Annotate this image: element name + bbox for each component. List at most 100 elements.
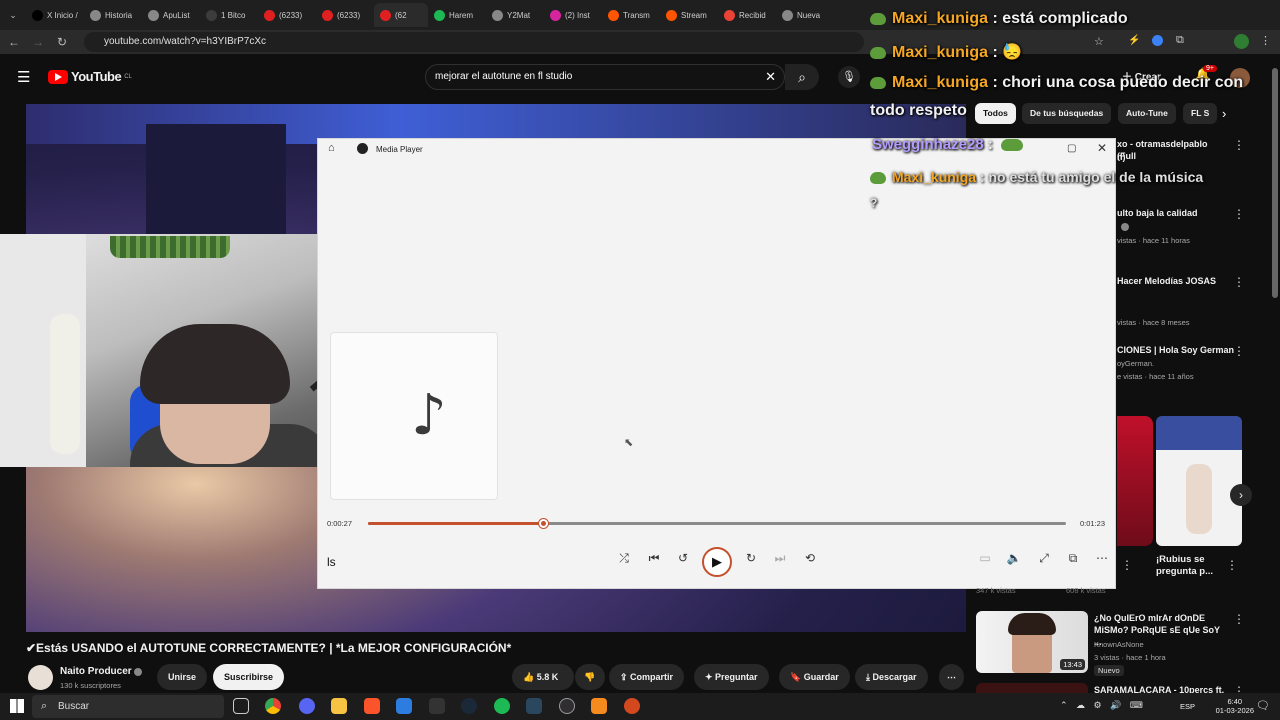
- notifications-icon[interactable]: 🗨: [1256, 699, 1270, 712]
- close-window-icon[interactable]: ✕: [1097, 141, 1107, 155]
- profile-avatar[interactable]: [1234, 34, 1249, 49]
- browser-tab[interactable]: ApuList: [142, 3, 200, 27]
- browser-tab[interactable]: Stream: [660, 3, 718, 27]
- discord-icon[interactable]: [299, 698, 315, 714]
- home-icon[interactable]: ⌂: [328, 142, 335, 154]
- start-icon[interactable]: [10, 699, 24, 713]
- dislike-button[interactable]: 👎: [575, 664, 605, 690]
- short-thumbnail[interactable]: [1117, 416, 1153, 546]
- like-button[interactable]: 👍 5.8 K: [512, 664, 574, 690]
- more-icon[interactable]: ⋮: [1233, 275, 1245, 289]
- browser-tab[interactable]: (62: [374, 3, 428, 27]
- youtube-logo[interactable]: YouTube CL: [48, 69, 132, 84]
- channel-avatar[interactable]: [28, 665, 53, 690]
- tab-search-icon[interactable]: ⌄: [0, 10, 26, 21]
- forward-icon[interactable]: →: [26, 35, 50, 49]
- browser-tab[interactable]: Recibid: [718, 3, 776, 27]
- forward-30-icon[interactable]: ↻: [741, 551, 761, 565]
- play-button[interactable]: ▶: [702, 547, 732, 577]
- task-view-icon[interactable]: [233, 698, 249, 714]
- seek-bar[interactable]: [368, 519, 1066, 528]
- ask-button[interactable]: ✦ Preguntar: [694, 664, 769, 690]
- chips-next-icon[interactable]: ›: [1222, 106, 1226, 121]
- steam-icon[interactable]: [461, 698, 477, 714]
- save-button[interactable]: 🔖 Guardar: [779, 664, 850, 690]
- video-thumbnail[interactable]: [976, 683, 1088, 693]
- extensions-puzzle-icon[interactable]: ⧉: [1176, 34, 1184, 47]
- subscribe-button[interactable]: Suscribirse: [213, 664, 285, 690]
- extension-icon[interactable]: [1152, 35, 1163, 46]
- tray-icons[interactable]: ⌃ ☁ ⚙ 🔊 ⌨: [1060, 700, 1146, 711]
- more-icon[interactable]: ⋮: [1226, 558, 1238, 572]
- brave-icon[interactable]: [364, 698, 380, 714]
- file-explorer-icon[interactable]: [331, 698, 347, 714]
- channel-name[interactable]: Naito Producer: [60, 666, 132, 677]
- obs-icon[interactable]: [559, 698, 575, 714]
- hamburger-menu-icon[interactable]: ☰: [17, 68, 30, 86]
- maximize-icon[interactable]: ▢: [1067, 143, 1076, 154]
- more-icon[interactable]: ⋮: [1233, 344, 1245, 358]
- rec-title[interactable]: CIONES | Hola Soy German: [1117, 344, 1237, 356]
- filter-chip[interactable]: De tus búsquedas: [1022, 103, 1112, 124]
- spotify-icon[interactable]: [494, 698, 510, 714]
- browser-tab[interactable]: (6233): [316, 3, 374, 27]
- search-input[interactable]: mejorar el autotune en fl studio ✕: [425, 64, 785, 90]
- reload-icon[interactable]: ↻: [50, 35, 74, 49]
- clear-search-icon[interactable]: ✕: [765, 65, 776, 89]
- page-scrollbar[interactable]: [1272, 68, 1278, 298]
- store-icon[interactable]: [396, 698, 412, 714]
- more-icon[interactable]: ⋮: [1121, 558, 1133, 572]
- next-icon[interactable]: ⏭: [770, 551, 790, 566]
- short-title[interactable]: ¡Rubius se pregunta p...: [1156, 554, 1228, 578]
- browser-tab[interactable]: (6233): [258, 3, 316, 27]
- browser-menu-icon[interactable]: ⋮: [1260, 34, 1271, 47]
- download-button[interactable]: ⤓ Descargar: [855, 664, 928, 690]
- miniplayer-icon[interactable]: ▭: [975, 551, 995, 565]
- clock[interactable]: 6:40 01-03-2026: [1216, 697, 1254, 715]
- rec-title[interactable]: Hacer Melodías JOSAS: [1117, 275, 1227, 287]
- browser-tab[interactable]: Nueva: [776, 3, 834, 27]
- repeat-icon[interactable]: ⟲: [800, 551, 820, 565]
- taskbar-search[interactable]: ⌕ Buscar: [32, 695, 224, 718]
- filter-chip[interactable]: Todos: [975, 103, 1016, 124]
- browser-tab[interactable]: Historia: [84, 3, 142, 27]
- browser-tab[interactable]: (2) Inst: [544, 3, 602, 27]
- browser-tab[interactable]: Transm: [602, 3, 660, 27]
- more-icon[interactable]: ⋮: [1233, 612, 1245, 626]
- rewind-10-icon[interactable]: ↺: [673, 551, 693, 565]
- previous-icon[interactable]: ⏮: [644, 551, 664, 566]
- search-button[interactable]: ⌕: [785, 64, 819, 90]
- voice-search-icon[interactable]: 🎙: [838, 66, 860, 88]
- share-button[interactable]: ⇪ Compartir: [609, 664, 685, 690]
- browser-tab[interactable]: 1 Bitco: [200, 3, 258, 27]
- pip-icon[interactable]: ⧉: [1063, 551, 1083, 566]
- steam-icon[interactable]: [526, 698, 542, 714]
- more-actions-button[interactable]: ⋯: [939, 664, 964, 690]
- video-thumbnail[interactable]: 13:43: [976, 611, 1088, 673]
- join-button[interactable]: Unirse: [157, 664, 208, 690]
- rec-title[interactable]: xo - otramasdelpablo (Full: [1117, 138, 1227, 162]
- more-icon[interactable]: ⋮: [1233, 207, 1245, 221]
- volume-icon[interactable]: 🔈: [1004, 551, 1024, 565]
- url-field[interactable]: youtube.com/watch?v=h3YIBrP7cXc: [84, 32, 864, 52]
- rec-title[interactable]: ulto baja la calidad: [1117, 207, 1227, 219]
- browser-tab[interactable]: Harem: [428, 3, 486, 27]
- shuffle-icon[interactable]: ⤮: [614, 551, 634, 566]
- chrome-icon[interactable]: [265, 698, 281, 714]
- fl-studio-icon[interactable]: [591, 698, 607, 714]
- extension-icon[interactable]: ⚡: [1128, 35, 1140, 46]
- language-indicator[interactable]: ESP: [1180, 702, 1195, 711]
- epic-games-icon[interactable]: [429, 698, 445, 714]
- more-options-icon[interactable]: ⋯: [1092, 551, 1112, 565]
- filter-chip[interactable]: Auto-Tune: [1118, 103, 1176, 124]
- browser-tab[interactable]: Y2Mat: [486, 3, 544, 27]
- browser-tab[interactable]: X Inicio /: [26, 3, 84, 27]
- media-player-taskbar-icon[interactable]: [624, 698, 640, 714]
- back-icon[interactable]: ←: [2, 35, 26, 49]
- shorts-next-icon[interactable]: ›: [1230, 484, 1252, 506]
- seek-thumb[interactable]: [538, 519, 548, 528]
- more-icon[interactable]: ⋮: [1233, 138, 1245, 152]
- bookmark-star-icon[interactable]: ☆: [1094, 35, 1104, 48]
- fullscreen-icon[interactable]: ⤢: [1034, 551, 1054, 566]
- short-thumbnail[interactable]: [1156, 416, 1242, 546]
